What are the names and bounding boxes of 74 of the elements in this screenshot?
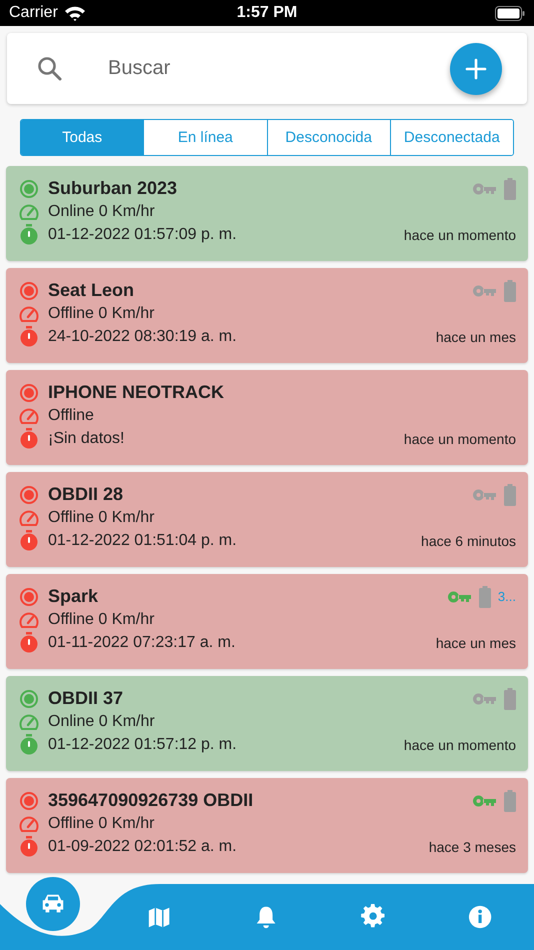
battery-icon bbox=[495, 6, 525, 20]
status-dot-icon bbox=[19, 586, 39, 606]
battery-level-icon bbox=[504, 688, 516, 710]
status-dot-icon bbox=[19, 484, 39, 504]
timestamp-text: 01-12-2022 01:51:04 p. m. bbox=[48, 532, 237, 550]
device-name: Suburban 2023 bbox=[48, 178, 178, 199]
settings-icon bbox=[360, 904, 387, 930]
elapsed-time-text: hace un momento bbox=[404, 736, 516, 752]
info-icon bbox=[468, 904, 494, 930]
timestamp-text: 24-10-2022 08:30:19 a. m. bbox=[48, 328, 237, 346]
status-dot-icon bbox=[19, 382, 39, 402]
speedometer-icon bbox=[19, 304, 39, 322]
device-name: OBDII 37 bbox=[48, 688, 124, 709]
device-card[interactable]: OBDII 37 Online 0 Km/hr 01-12-2022 01:57:12 p. m. hace un momento bbox=[6, 676, 528, 771]
stopwatch-icon bbox=[19, 632, 39, 653]
elapsed-time-text: hace un mes bbox=[436, 328, 516, 344]
speedometer-icon bbox=[19, 814, 39, 832]
battery-level-icon bbox=[504, 280, 516, 302]
battery-level-icon bbox=[504, 790, 516, 812]
speed-text: Offline 0 Km/hr bbox=[48, 508, 154, 526]
status-dot-icon bbox=[19, 790, 39, 810]
device-name: IPHONE NEOTRACK bbox=[48, 382, 224, 403]
plus-icon bbox=[465, 58, 487, 80]
battery-level-icon bbox=[504, 178, 516, 200]
tab-bar-button[interactable] bbox=[26, 877, 80, 931]
battery-level-icon bbox=[504, 484, 516, 506]
device-name: 359647090926739 OBDII bbox=[48, 790, 254, 811]
speed-text: Offline bbox=[48, 406, 94, 424]
timestamp-text: 01-11-2022 07:23:17 a. m. bbox=[48, 634, 236, 652]
status-dot-icon bbox=[19, 688, 39, 708]
stopwatch-icon bbox=[19, 428, 39, 449]
elapsed-time-text: hace 3 meses bbox=[428, 838, 516, 854]
stopwatch-icon bbox=[19, 836, 39, 857]
speedometer-icon bbox=[19, 610, 39, 628]
stopwatch-icon bbox=[19, 734, 39, 755]
device-name: OBDII 28 bbox=[48, 484, 124, 505]
elapsed-time-text: hace un momento bbox=[404, 430, 516, 446]
battery-text: 3... bbox=[498, 589, 516, 604]
stopwatch-icon bbox=[19, 326, 39, 347]
speedometer-icon bbox=[19, 202, 39, 220]
device-card[interactable]: Seat Leon Offline 0 Km/hr 24-10-2022 08:30:19 a. m. hace un mes bbox=[6, 268, 528, 363]
device-name: Seat Leon bbox=[48, 280, 134, 301]
speed-text: Offline 0 Km/hr bbox=[48, 610, 154, 628]
status-dot-icon bbox=[19, 280, 39, 300]
device-card[interactable]: 359647090926739 OBDII Offline 0 Km/hr 01-09-2022 02:01:52 a. m. hace 3 meses bbox=[6, 778, 528, 873]
speed-text: Online 0 Km/hr bbox=[48, 712, 155, 730]
speed-text: Offline 0 Km/hr bbox=[48, 304, 154, 322]
search-icon bbox=[37, 56, 63, 82]
speed-text: Offline 0 Km/hr bbox=[48, 814, 154, 832]
device-card[interactable]: IPHONE NEOTRACK Offline ¡Sin datos! hace un momento bbox=[6, 370, 528, 465]
stopwatch-icon bbox=[19, 530, 39, 551]
elapsed-time-text: hace un mes bbox=[436, 634, 516, 650]
speed-text: Online 0 Km/hr bbox=[48, 202, 155, 220]
elapsed-time-text: hace 6 minutos bbox=[421, 532, 516, 548]
speedometer-icon bbox=[19, 712, 39, 730]
wifi-icon bbox=[64, 5, 86, 21]
device-card[interactable]: Suburban 2023 Online 0 Km/hr 01-12-2022 01:57:09 p. m. hace un momento bbox=[6, 166, 528, 261]
status-dot-icon bbox=[19, 178, 39, 198]
carrier-name: Carrier bbox=[9, 4, 58, 22]
battery-level-icon bbox=[478, 586, 491, 608]
timestamp-text: 01-12-2022 01:57:12 p. m. bbox=[48, 736, 237, 754]
timestamp-text: 01-12-2022 01:57:09 p. m. bbox=[48, 226, 237, 244]
stopwatch-icon bbox=[19, 224, 39, 245]
add-button[interactable] bbox=[450, 42, 502, 94]
elapsed-time-text: hace un momento bbox=[404, 226, 516, 242]
timestamp-text: ¡Sin datos! bbox=[48, 430, 124, 448]
device-card[interactable]: OBDII 28 Offline 0 Km/hr 01-12-2022 01:51:04 p. m. hace 6 minutos bbox=[6, 472, 528, 567]
device-card[interactable]: Spark 3... Offline 0 Km/hr 01-11-2022 07:23:17 a. m. hace un mes bbox=[6, 574, 528, 669]
speedometer-icon bbox=[19, 406, 39, 424]
search-field[interactable]: Buscar bbox=[106, 56, 450, 81]
timestamp-text: 01-09-2022 02:01:52 a. m. bbox=[48, 838, 237, 856]
speedometer-icon bbox=[19, 508, 39, 526]
clock-time: 1:57 PM bbox=[236, 4, 298, 22]
device-name: Spark bbox=[48, 586, 98, 607]
